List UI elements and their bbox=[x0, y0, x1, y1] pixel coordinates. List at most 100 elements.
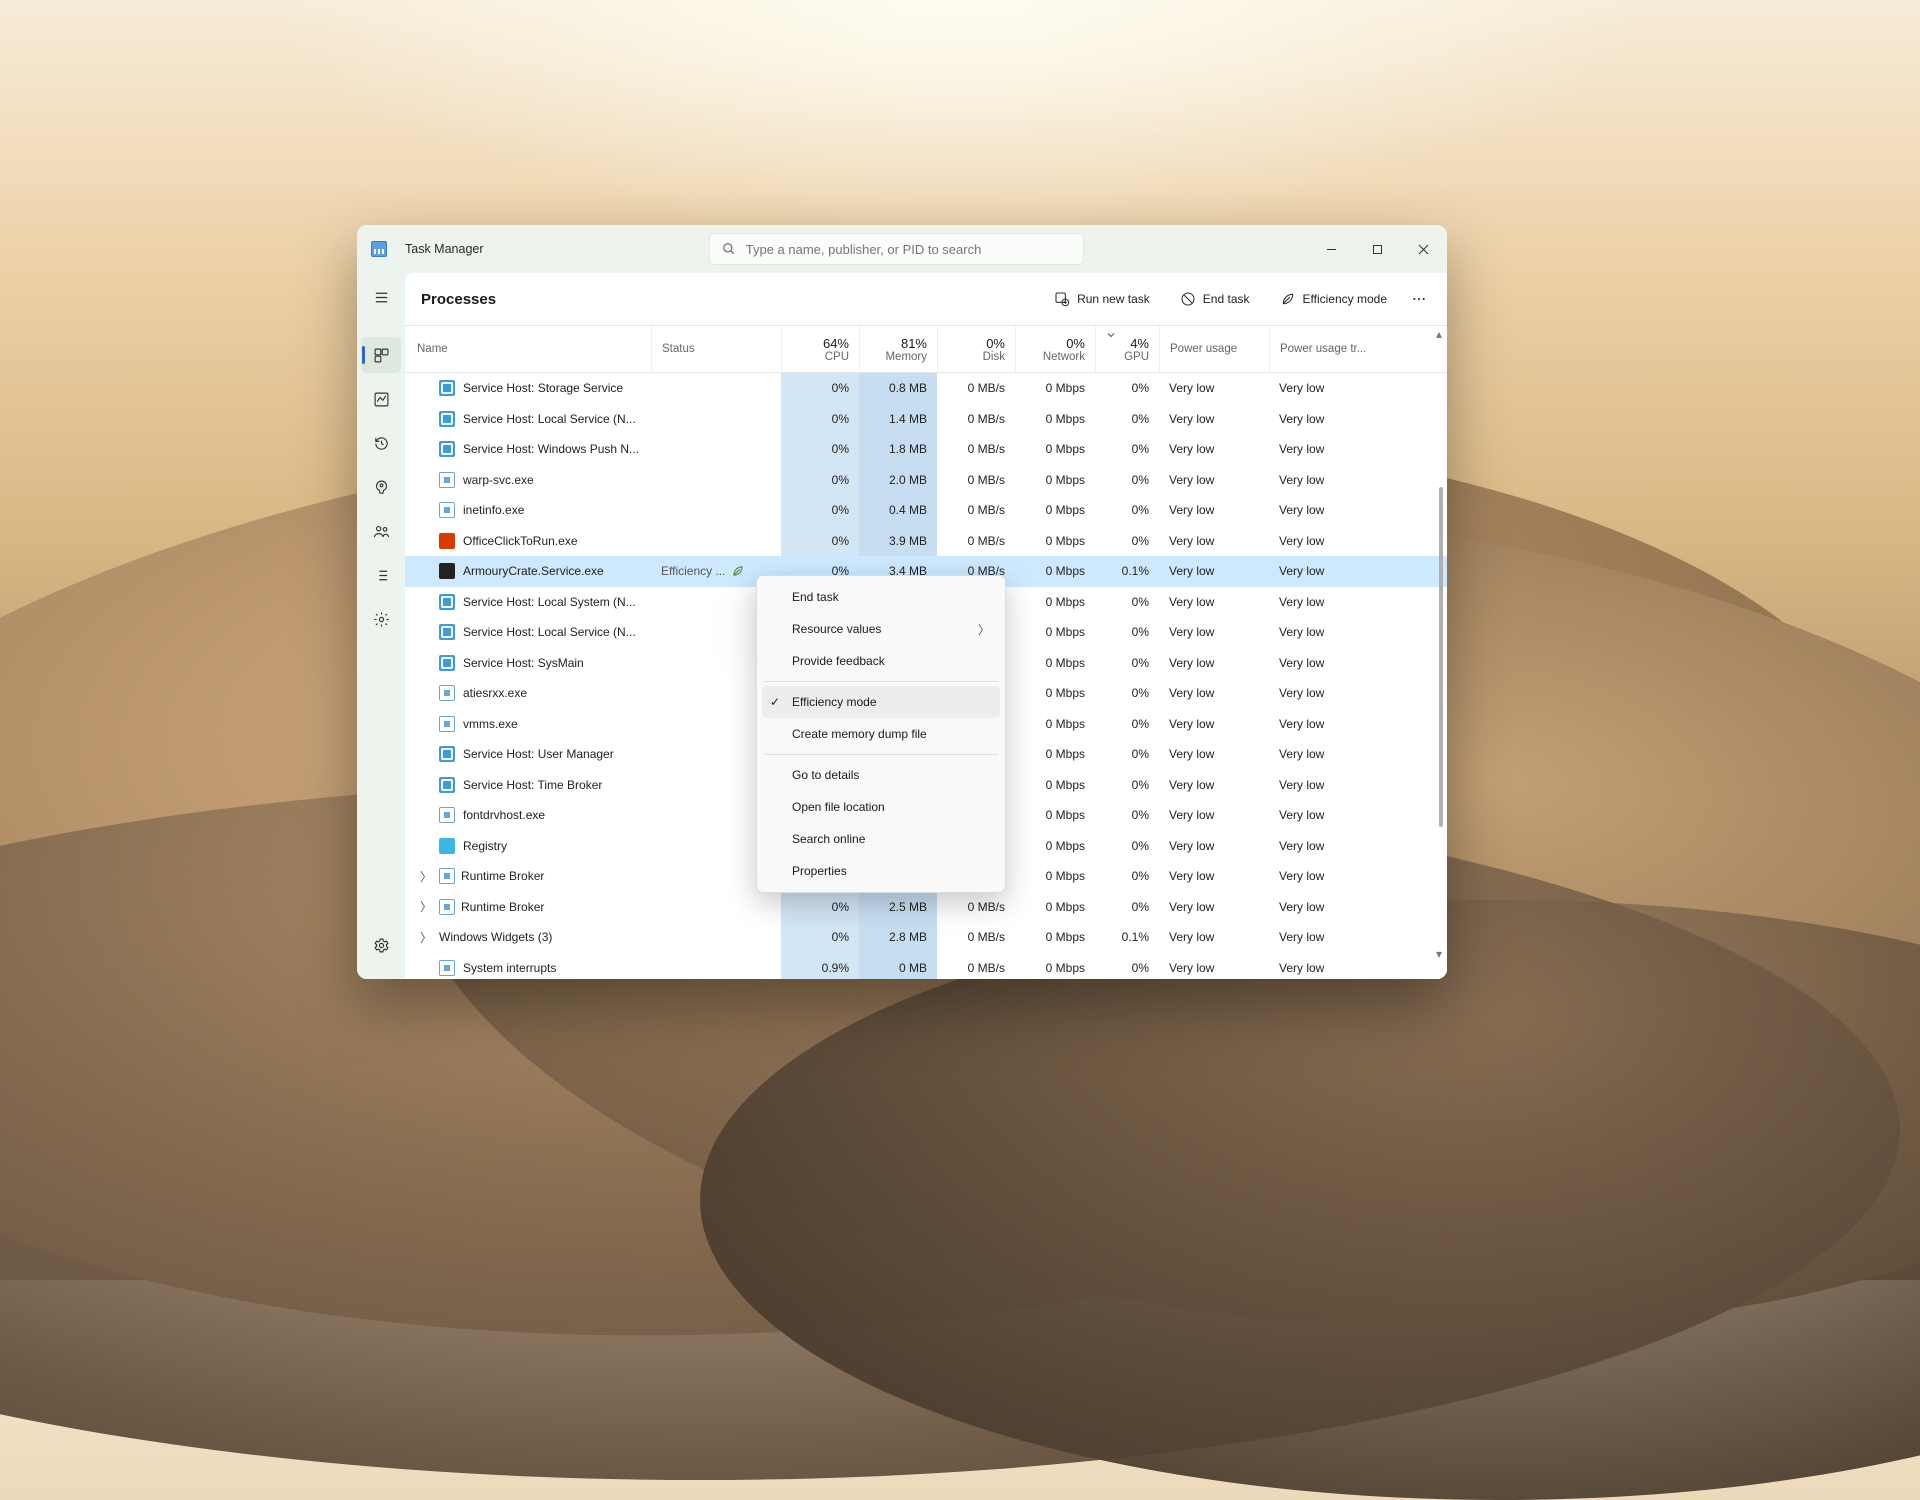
table-row[interactable]: Service Host: Local Service (N...0%1.4 M… bbox=[405, 404, 1447, 435]
run-new-task-button[interactable]: Run new task bbox=[1044, 285, 1160, 313]
network-cell: 0 Mbps bbox=[1015, 678, 1095, 709]
power-trend-cell: Very low bbox=[1269, 861, 1379, 892]
gpu-cell: 0% bbox=[1095, 373, 1159, 404]
process-name: warp-svc.exe bbox=[463, 473, 534, 487]
context-menu-item[interactable]: ✓Efficiency mode bbox=[762, 686, 1000, 718]
power-trend-cell: Very low bbox=[1269, 526, 1379, 557]
network-cell: 0 Mbps bbox=[1015, 709, 1095, 740]
nav-settings[interactable] bbox=[361, 927, 401, 963]
process-name: vmms.exe bbox=[463, 717, 518, 731]
power-cell: Very low bbox=[1159, 434, 1269, 465]
table-row[interactable]: 〉Windows Widgets (3)0%2.8 MB0 MB/s0 Mbps… bbox=[405, 922, 1447, 953]
process-icon bbox=[439, 960, 455, 976]
process-name: System interrupts bbox=[463, 961, 556, 975]
cpu-cell: 0% bbox=[781, 434, 859, 465]
gpu-cell: 0% bbox=[1095, 404, 1159, 435]
power-cell: Very low bbox=[1159, 739, 1269, 770]
power-trend-cell: Very low bbox=[1269, 800, 1379, 831]
hamburger-button[interactable] bbox=[361, 279, 401, 315]
expand-icon[interactable]: 〉 bbox=[419, 898, 433, 915]
power-trend-cell: Very low bbox=[1269, 404, 1379, 435]
gpu-cell: 0% bbox=[1095, 831, 1159, 862]
efficiency-mode-button[interactable]: Efficiency mode bbox=[1270, 285, 1398, 313]
power-trend-cell: Very low bbox=[1269, 678, 1379, 709]
nav-details[interactable] bbox=[361, 557, 401, 593]
process-name: Windows Widgets (3) bbox=[439, 930, 552, 944]
context-menu-item[interactable]: End task bbox=[762, 581, 1000, 613]
memory-cell: 1.8 MB bbox=[859, 434, 937, 465]
table-row[interactable]: Service Host: Storage Service0%0.8 MB0 M… bbox=[405, 373, 1447, 404]
table-row[interactable]: warp-svc.exe0%2.0 MB0 MB/s0 Mbps0%Very l… bbox=[405, 465, 1447, 496]
expand-icon[interactable]: 〉 bbox=[419, 868, 433, 885]
process-icon bbox=[439, 594, 455, 610]
expand-icon[interactable]: 〉 bbox=[419, 929, 433, 946]
more-button[interactable] bbox=[1407, 285, 1431, 313]
page-title: Processes bbox=[421, 291, 496, 308]
table-row[interactable]: inetinfo.exe0%0.4 MB0 MB/s0 Mbps0%Very l… bbox=[405, 495, 1447, 526]
process-name: Service Host: Time Broker bbox=[463, 778, 602, 792]
minimize-button[interactable] bbox=[1309, 225, 1355, 273]
nav-app-history[interactable] bbox=[361, 425, 401, 461]
close-button[interactable] bbox=[1401, 225, 1447, 273]
titlebar[interactable]: Task Manager bbox=[357, 225, 1447, 273]
table-row[interactable]: OfficeClickToRun.exe0%3.9 MB0 MB/s0 Mbps… bbox=[405, 526, 1447, 557]
nav-users[interactable] bbox=[361, 513, 401, 549]
network-cell: 0 Mbps bbox=[1015, 770, 1095, 801]
disk-cell: 0 MB/s bbox=[937, 892, 1015, 923]
table-row[interactable]: System interrupts0.9%0 MB0 MB/s0 Mbps0%V… bbox=[405, 953, 1447, 980]
scroll-thumb[interactable] bbox=[1439, 487, 1443, 827]
gpu-cell: 0% bbox=[1095, 648, 1159, 679]
search-box[interactable] bbox=[709, 233, 1084, 265]
power-cell: Very low bbox=[1159, 465, 1269, 496]
process-name: fontdrvhost.exe bbox=[463, 808, 545, 822]
cpu-cell: 0% bbox=[781, 495, 859, 526]
power-cell: Very low bbox=[1159, 373, 1269, 404]
memory-cell: 2.8 MB bbox=[859, 922, 937, 953]
scroll-down-icon[interactable]: ▾ bbox=[1433, 947, 1445, 961]
context-menu[interactable]: End taskResource values〉Provide feedback… bbox=[756, 575, 1006, 893]
gpu-cell: 0% bbox=[1095, 617, 1159, 648]
gpu-cell: 0% bbox=[1095, 495, 1159, 526]
nav-services[interactable] bbox=[361, 601, 401, 637]
nav-startup[interactable] bbox=[361, 469, 401, 505]
table-row[interactable]: 〉Runtime Broker0%2.5 MB0 MB/s0 Mbps0%Ver… bbox=[405, 892, 1447, 923]
network-cell: 0 Mbps bbox=[1015, 861, 1095, 892]
power-trend-cell: Very low bbox=[1269, 648, 1379, 679]
context-menu-item[interactable]: Properties bbox=[762, 855, 1000, 887]
power-cell: Very low bbox=[1159, 861, 1269, 892]
process-name: ArmouryCrate.Service.exe bbox=[463, 564, 604, 578]
table-row[interactable]: Service Host: Windows Push N...0%1.8 MB0… bbox=[405, 434, 1447, 465]
scrollbar[interactable]: ▴ ▾ bbox=[1433, 327, 1445, 961]
process-icon bbox=[439, 502, 455, 518]
network-cell: 0 Mbps bbox=[1015, 404, 1095, 435]
context-menu-item[interactable]: Create memory dump file bbox=[762, 718, 1000, 750]
scroll-up-icon[interactable]: ▴ bbox=[1433, 327, 1445, 341]
process-name: Runtime Broker bbox=[461, 869, 544, 883]
context-menu-item[interactable]: Open file location bbox=[762, 791, 1000, 823]
memory-cell: 0.4 MB bbox=[859, 495, 937, 526]
process-name: Registry bbox=[463, 839, 507, 853]
table-header[interactable]: Name Status 64%CPU 81%Memory 0%Disk 0%Ne… bbox=[405, 325, 1447, 373]
cpu-cell: 0.9% bbox=[781, 953, 859, 980]
end-task-button[interactable]: End task bbox=[1170, 285, 1260, 313]
power-cell: Very low bbox=[1159, 404, 1269, 435]
power-trend-cell: Very low bbox=[1269, 465, 1379, 496]
process-icon bbox=[439, 685, 455, 701]
maximize-button[interactable] bbox=[1355, 225, 1401, 273]
gpu-cell: 0% bbox=[1095, 709, 1159, 740]
gpu-cell: 0% bbox=[1095, 739, 1159, 770]
process-icon bbox=[439, 472, 455, 488]
context-menu-item[interactable]: Resource values〉 bbox=[762, 613, 1000, 645]
context-menu-item[interactable]: Provide feedback bbox=[762, 645, 1000, 677]
process-icon bbox=[439, 807, 455, 823]
nav-processes[interactable] bbox=[361, 337, 401, 373]
context-menu-item[interactable]: Go to details bbox=[762, 759, 1000, 791]
power-trend-cell: Very low bbox=[1269, 373, 1379, 404]
search-input[interactable] bbox=[746, 242, 1071, 257]
disk-cell: 0 MB/s bbox=[937, 465, 1015, 496]
context-menu-item[interactable]: Search online bbox=[762, 823, 1000, 855]
disk-cell: 0 MB/s bbox=[937, 404, 1015, 435]
power-trend-cell: Very low bbox=[1269, 831, 1379, 862]
nav-performance[interactable] bbox=[361, 381, 401, 417]
network-cell: 0 Mbps bbox=[1015, 892, 1095, 923]
